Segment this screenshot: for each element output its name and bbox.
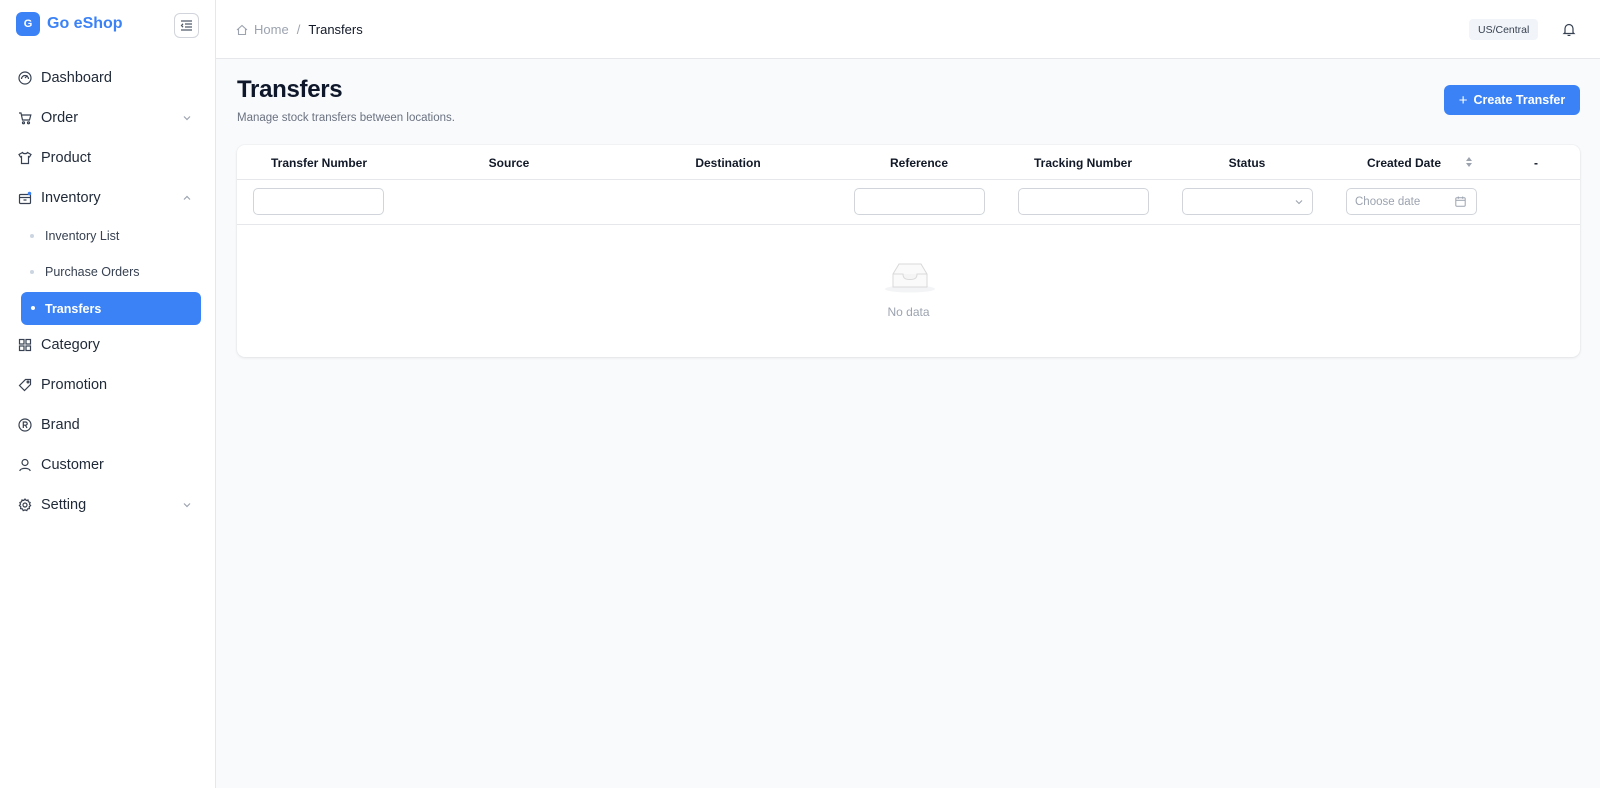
- bullet-dot-icon: [30, 234, 34, 238]
- column-header-source: Source: [488, 156, 530, 170]
- sidebar-item-dashboard[interactable]: Dashboard: [0, 58, 215, 98]
- chevron-down-icon: [1295, 200, 1303, 205]
- column-header-created-date[interactable]: Created Date: [1367, 156, 1441, 170]
- brand-logo: G: [16, 12, 40, 36]
- empty-inbox-icon: [885, 263, 935, 293]
- empty-state-text: No data: [887, 305, 930, 319]
- transfers-table: Transfer Number Source Destination Refer…: [237, 145, 1580, 357]
- tag-icon: [18, 378, 32, 392]
- sidebar-item-label: Promotion: [41, 377, 108, 393]
- bell-icon[interactable]: [1562, 22, 1576, 36]
- table-header-row: Transfer Number Source Destination Refer…: [237, 145, 1580, 180]
- page-subtitle: Manage stock transfers between locations…: [237, 112, 455, 124]
- sidebar-item-brand[interactable]: Brand: [0, 405, 215, 445]
- home-icon[interactable]: [236, 24, 248, 36]
- sidebar-item-label: Dashboard: [41, 70, 112, 86]
- shirt-icon: [18, 151, 32, 165]
- sidebar-item-category[interactable]: Category: [0, 325, 215, 365]
- sidebar-item-setting[interactable]: Setting: [0, 485, 215, 525]
- sidebar-subitem-transfers[interactable]: Transfers: [21, 292, 201, 325]
- sidebar-item-label: Order: [41, 110, 79, 126]
- user-icon: [18, 458, 32, 472]
- column-header-transfer-number: Transfer Number: [270, 156, 368, 170]
- sidebar-item-promotion[interactable]: Promotion: [0, 365, 215, 405]
- created-date-placeholder: Choose date: [1355, 195, 1421, 208]
- sidebar-subitem-label: Inventory List: [45, 229, 120, 243]
- page-title: Transfers: [237, 76, 343, 103]
- sidebar-subitem-purchase-orders[interactable]: Purchase Orders: [0, 254, 215, 290]
- sidebar-collapse-button[interactable]: [174, 13, 199, 38]
- breadcrumb-current: Transfers: [308, 22, 363, 37]
- sidebar-subitem-label: Transfers: [45, 301, 102, 316]
- status-filter-select[interactable]: [1182, 188, 1313, 215]
- transfer-number-filter-input[interactable]: [253, 188, 384, 215]
- chevron-down-icon: [183, 503, 191, 508]
- brand-name: Go eShop: [47, 15, 123, 32]
- empty-state: No data: [237, 225, 1580, 357]
- breadcrumb-home-link[interactable]: Home: [254, 22, 289, 37]
- sort-icon[interactable]: [1465, 155, 1473, 169]
- sidebar-item-order[interactable]: Order: [0, 98, 215, 138]
- sidebar-item-label: Customer: [41, 457, 104, 473]
- column-header-actions: -: [1534, 156, 1538, 170]
- sidebar-item-label: Inventory: [41, 190, 101, 206]
- bullet-dot-icon: [30, 270, 34, 274]
- sidebar: G Go eShop Dashboard Order Product Inven…: [0, 0, 216, 788]
- gear-icon: [18, 498, 32, 512]
- grid-icon: [18, 338, 32, 352]
- breadcrumb-separator: /: [296, 22, 301, 37]
- sidebar-item-customer[interactable]: Customer: [0, 445, 215, 485]
- column-header-status: Status: [1228, 156, 1266, 170]
- sidebar-nav: Dashboard Order Product Inventory Invent…: [0, 58, 215, 525]
- sidebar-item-product[interactable]: Product: [0, 138, 215, 178]
- column-header-destination: Destination: [695, 156, 761, 170]
- sidebar-subitem-label: Purchase Orders: [45, 265, 140, 279]
- sidebar-item-inventory[interactable]: Inventory: [0, 178, 215, 218]
- create-transfer-label: Create Transfer: [1473, 93, 1566, 107]
- inventory-box-icon: [18, 191, 32, 205]
- tracking-number-filter-input[interactable]: [1018, 188, 1149, 215]
- sidebar-item-label: Setting: [41, 497, 87, 513]
- top-header: Home / Transfers US/Central: [216, 0, 1600, 59]
- reference-filter-input[interactable]: [854, 188, 985, 215]
- breadcrumb: Home / Transfers: [236, 22, 363, 37]
- plus-icon: +: [1458, 91, 1468, 109]
- chevron-down-icon: [183, 116, 191, 121]
- column-header-tracking-number: Tracking Number: [1033, 156, 1133, 170]
- bullet-dot-icon: [31, 306, 35, 310]
- cart-icon: [18, 111, 32, 125]
- calendar-icon: [1455, 196, 1466, 207]
- column-header-reference: Reference: [889, 156, 949, 170]
- timezone-badge[interactable]: US/Central: [1469, 19, 1539, 40]
- table-filter-row: Choose date: [237, 180, 1580, 225]
- create-transfer-button[interactable]: + Create Transfer: [1444, 85, 1580, 115]
- menu-fold-icon: [180, 20, 192, 31]
- dashboard-gauge-icon: [18, 71, 32, 85]
- sidebar-subitem-inventory-list[interactable]: Inventory List: [0, 218, 215, 254]
- sidebar-item-label: Category: [41, 337, 100, 353]
- chevron-up-icon: [183, 195, 191, 200]
- sidebar-item-label: Brand: [41, 417, 80, 433]
- registered-icon: [18, 418, 32, 432]
- created-date-filter-picker[interactable]: Choose date: [1346, 188, 1477, 215]
- brand[interactable]: G Go eShop: [16, 12, 123, 36]
- sidebar-item-label: Product: [41, 150, 91, 166]
